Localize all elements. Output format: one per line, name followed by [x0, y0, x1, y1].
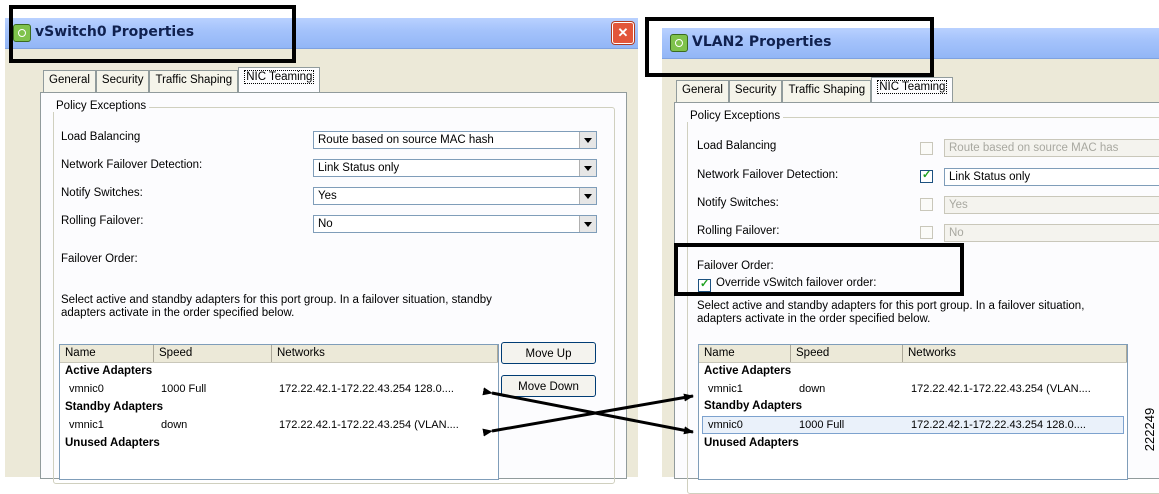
adapter-swap-arrows	[482, 387, 694, 437]
figure-id: 222249	[1142, 407, 1158, 452]
